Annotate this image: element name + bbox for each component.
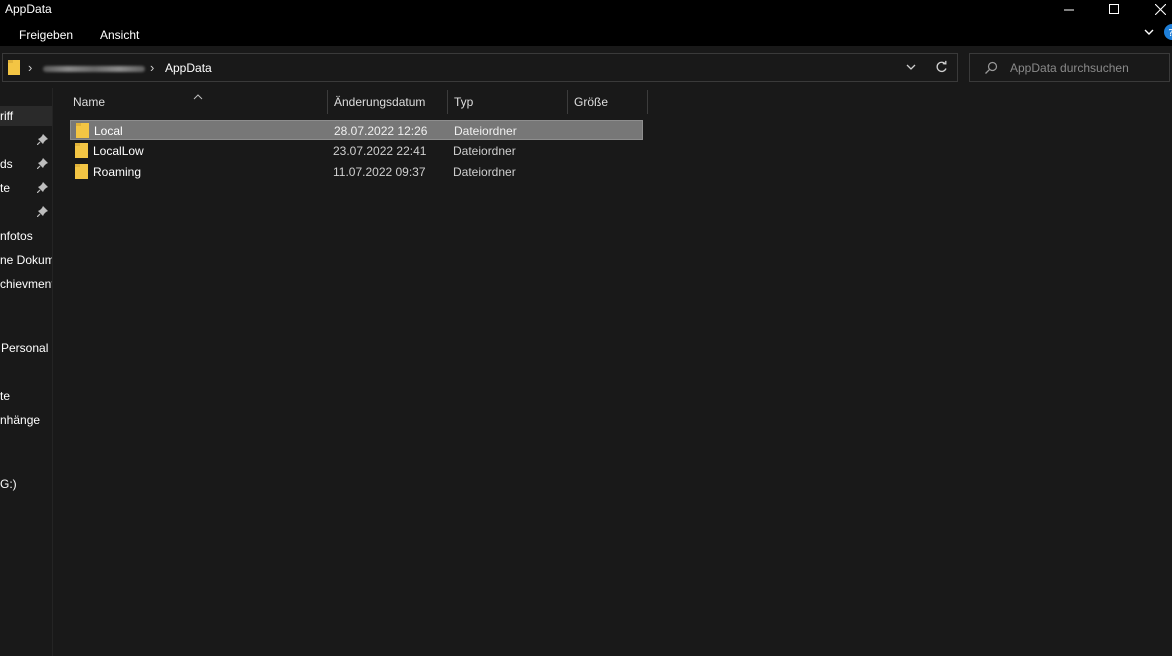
nav-item-drive-g[interactable]: G:) [0,474,52,494]
nav-item-pinned-1[interactable] [0,130,52,150]
close-icon [1154,3,1166,15]
pin-icon [36,158,48,172]
nav-item-label: nhänge [0,413,41,427]
table-row[interactable]: LocalLow 23.07.2022 22:41 Dateiordner [70,141,643,161]
nav-item-label: riff [0,109,14,123]
folder-icon [8,60,20,75]
nav-item-pinned-4[interactable] [0,202,52,222]
help-icon: ? [1164,24,1172,40]
maximize-icon [1109,4,1119,14]
pin-icon [36,206,48,220]
refresh-icon [936,60,947,73]
nav-item-quick-access[interactable]: riff [0,106,52,126]
nav-item-my-documents[interactable]: ne Dokum [0,250,53,270]
column-divider[interactable] [327,90,328,114]
column-header-name[interactable]: Name [73,95,105,109]
maximize-button[interactable] [1091,0,1137,18]
file-list: Name Änderungsdatum Typ Größe Local 28.0… [54,88,1172,656]
nav-item-label: nfotos [0,229,33,243]
pin-icon [36,134,48,148]
help-button[interactable]: ? [1163,24,1172,43]
chevron-down-icon [906,64,916,70]
search-field[interactable]: AppData durchsuchen [969,53,1170,82]
nav-item-label: te [0,181,11,195]
ribbon-tabs: Freigeben Ansicht ? [0,22,1172,46]
file-type: Dateiordner [453,165,516,179]
column-header-date[interactable]: Änderungsdatum [334,95,425,109]
ribbon-expand-button[interactable] [1143,26,1155,41]
minimize-icon [1064,9,1074,11]
refresh-button[interactable] [935,60,948,77]
nav-item-te[interactable]: te [0,386,52,406]
file-type: Dateiordner [454,124,517,138]
tab-ansicht[interactable]: Ansicht [100,28,139,42]
window-title: AppData [5,2,52,16]
title-bar: AppData [0,0,1172,22]
nav-item-label: te [0,389,11,403]
tab-freigeben[interactable]: Freigeben [19,28,73,42]
column-divider[interactable] [647,90,648,114]
folder-icon [75,143,88,158]
address-bar[interactable]: › › AppData [2,53,958,82]
svg-text:?: ? [1168,28,1172,39]
column-header-size[interactable]: Größe [574,95,608,109]
navigation-pane: riff ds te nfotos ne Dokum chievment Per… [0,88,53,656]
file-date: 11.07.2022 09:37 [333,165,426,179]
column-header-type[interactable]: Typ [454,95,473,109]
nav-item-label: Personal [1,341,49,355]
nav-item-achievements[interactable]: chievment [0,274,53,294]
nav-item-onedrive-personal[interactable]: Personal [0,338,52,358]
nav-item-downloads[interactable]: ds [0,154,52,174]
nav-item-label: ne Dokum [0,253,53,267]
file-name: LocalLow [93,144,144,158]
table-row[interactable]: Roaming 11.07.2022 09:37 Dateiordner [70,162,643,182]
table-row[interactable]: Local 28.07.2022 12:26 Dateiordner [70,120,643,140]
search-icon [984,61,998,78]
file-date: 23.07.2022 22:41 [333,144,427,158]
pin-icon [36,182,48,196]
folder-icon [76,123,89,138]
nav-item-label: G:) [0,477,17,491]
nav-item-label: ds [0,157,13,171]
breadcrumb-current[interactable]: AppData [165,61,212,75]
file-date: 28.07.2022 12:26 [334,124,428,138]
minimize-button[interactable] [1046,0,1092,18]
address-history-dropdown[interactable] [905,61,917,76]
file-type: Dateiordner [453,144,516,158]
file-name: Local [94,124,123,138]
column-divider[interactable] [447,90,448,114]
nav-item-screenshots[interactable]: nfotos [0,226,52,246]
nav-item-label: chievment [0,277,53,291]
column-divider[interactable] [567,90,568,114]
folder-icon [75,164,88,179]
address-row: › › AppData AppData durchsuchen [0,46,1172,88]
search-placeholder[interactable]: AppData durchsuchen [1010,61,1129,75]
close-button[interactable] [1137,0,1172,18]
file-name: Roaming [93,165,142,179]
breadcrumb-separator: › [150,60,155,75]
breadcrumb-separator: › [28,60,33,75]
nav-item-attachments[interactable]: nhänge [0,410,52,430]
nav-item-documents[interactable]: te [0,178,52,198]
breadcrumb-user-redacted[interactable] [43,66,145,72]
sort-ascending-icon [193,89,203,103]
chevron-down-icon [1144,29,1154,35]
